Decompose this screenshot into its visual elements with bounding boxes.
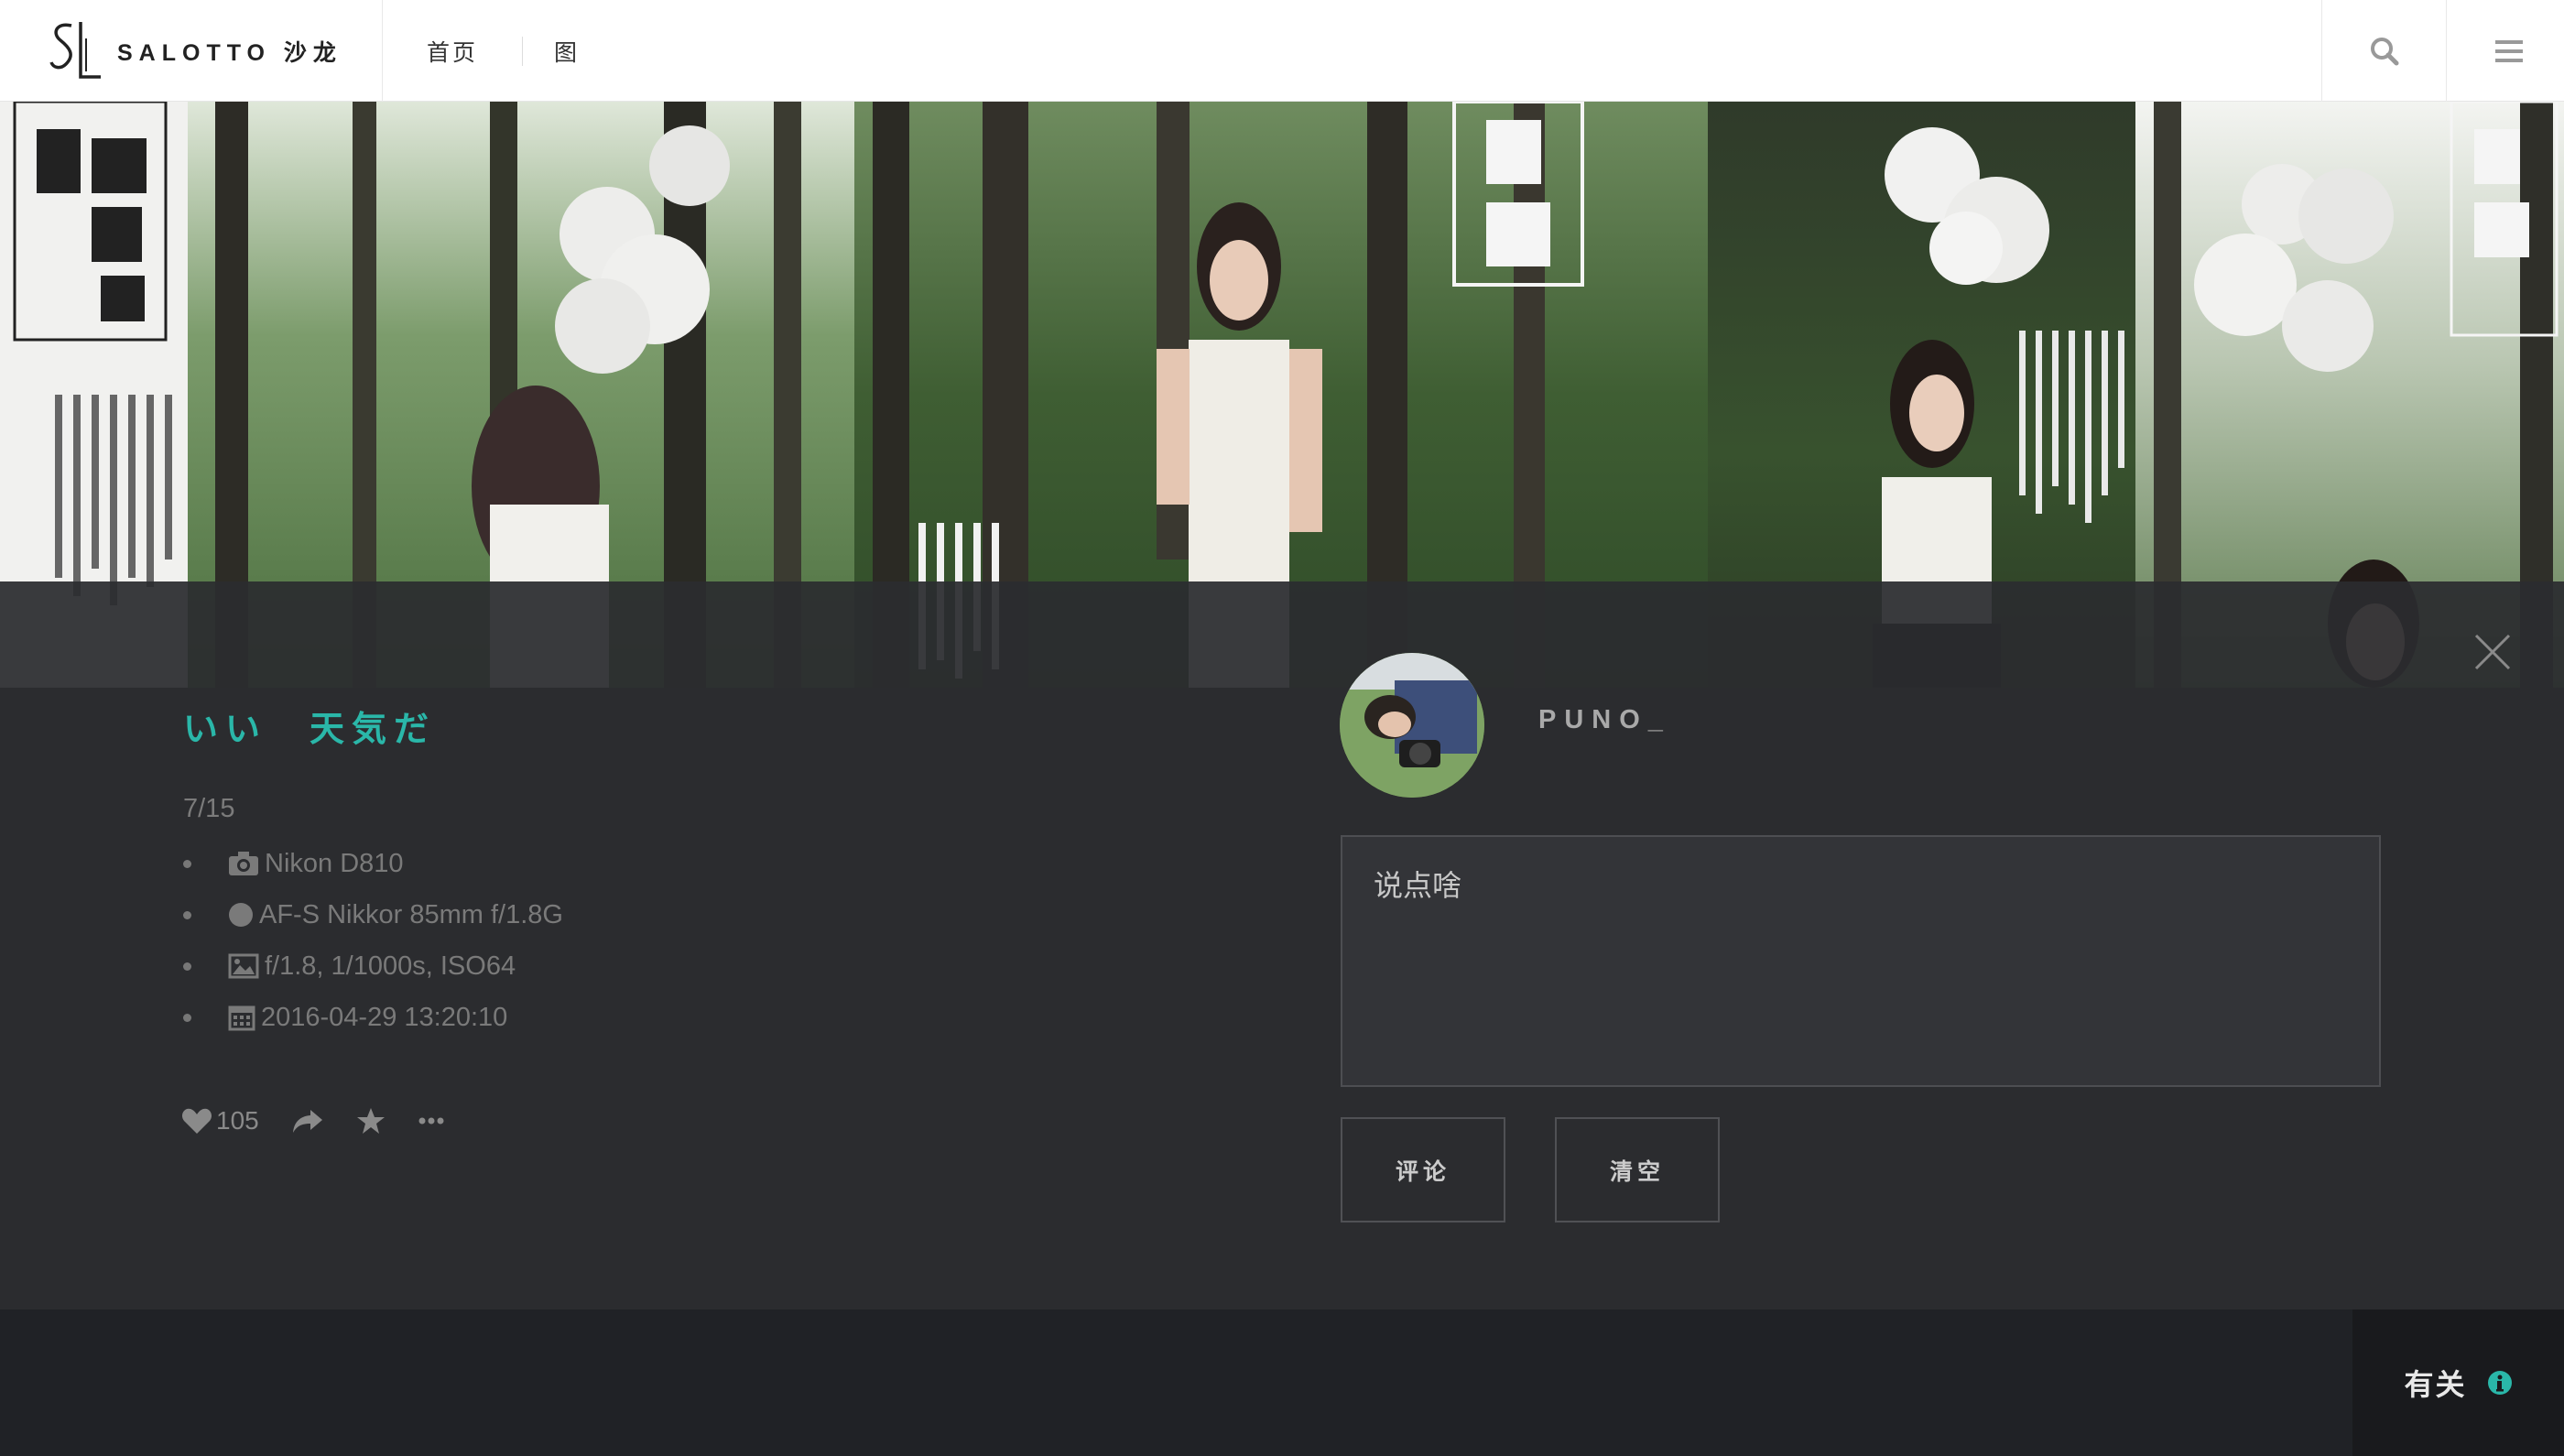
share-button[interactable] xyxy=(292,1108,323,1134)
favorite-button[interactable] xyxy=(356,1107,386,1135)
bullet xyxy=(183,962,191,971)
exif-list: Nikon D810 AF-S Nikkor 85mm f/1.8G f/1.8… xyxy=(183,838,563,1043)
more-button[interactable] xyxy=(418,1116,444,1125)
exif-camera: Nikon D810 xyxy=(183,838,563,889)
heart-icon xyxy=(181,1108,212,1134)
main-nav: 首页 图 xyxy=(383,0,607,102)
site-header: SALOTTO 沙龙 首页 图 xyxy=(0,0,2564,102)
close-button[interactable] xyxy=(2472,632,2513,672)
close-icon xyxy=(2474,634,2511,670)
brand-name: SALOTTO 沙龙 xyxy=(117,39,342,66)
like-count: 105 xyxy=(216,1106,259,1135)
exif-datetime: 2016-04-29 13:20:10 xyxy=(183,992,563,1043)
comment-input[interactable] xyxy=(1341,835,2381,1087)
author-username[interactable]: PUNO_ xyxy=(1538,705,1671,735)
brand-mark-icon xyxy=(49,21,101,79)
photo-actions: 105 xyxy=(181,1106,477,1135)
camera-icon xyxy=(228,851,259,876)
exif-lens: AF-S Nikkor 85mm f/1.8G xyxy=(183,889,563,940)
bullet xyxy=(183,910,191,919)
bullet xyxy=(183,859,191,868)
camera-model: Nikon D810 xyxy=(265,848,404,878)
star-icon xyxy=(356,1108,385,1134)
footer-bar xyxy=(0,1309,2564,1456)
calendar-icon xyxy=(228,1004,255,1031)
bullet xyxy=(183,1013,191,1022)
clear-comment-button[interactable]: 清空 xyxy=(1555,1117,1720,1222)
info-icon xyxy=(2487,1371,2512,1395)
avatar-image xyxy=(1340,653,1484,798)
menu-icon xyxy=(2494,39,2523,62)
brand-logo[interactable]: SALOTTO 沙龙 xyxy=(0,0,383,102)
menu-button[interactable] xyxy=(2446,0,2564,102)
share-icon xyxy=(292,1110,322,1133)
photo-index: 7/15 xyxy=(183,794,235,823)
nav-item-home[interactable]: 首页 xyxy=(383,35,505,68)
about-button[interactable]: 有关 xyxy=(2352,1309,2564,1456)
image-icon xyxy=(228,953,259,979)
search-button[interactable] xyxy=(2321,0,2446,102)
more-icon xyxy=(418,1117,444,1125)
lens-icon xyxy=(228,902,254,928)
about-label: 有关 xyxy=(2404,1368,2467,1401)
search-icon xyxy=(2370,37,2398,65)
photo-title: いい 天気だ xyxy=(183,711,437,749)
exposure-settings: f/1.8, 1/1000s, ISO64 xyxy=(265,951,516,981)
like-button[interactable]: 105 xyxy=(181,1106,259,1135)
submit-comment-button[interactable]: 评论 xyxy=(1341,1117,1505,1222)
lens-model: AF-S Nikkor 85mm f/1.8G xyxy=(259,899,563,929)
author-avatar[interactable] xyxy=(1340,653,1484,798)
exif-exposure: f/1.8, 1/1000s, ISO64 xyxy=(183,940,563,992)
capture-datetime: 2016-04-29 13:20:10 xyxy=(261,1002,508,1032)
nav-item-photos[interactable]: 图 xyxy=(523,35,607,68)
